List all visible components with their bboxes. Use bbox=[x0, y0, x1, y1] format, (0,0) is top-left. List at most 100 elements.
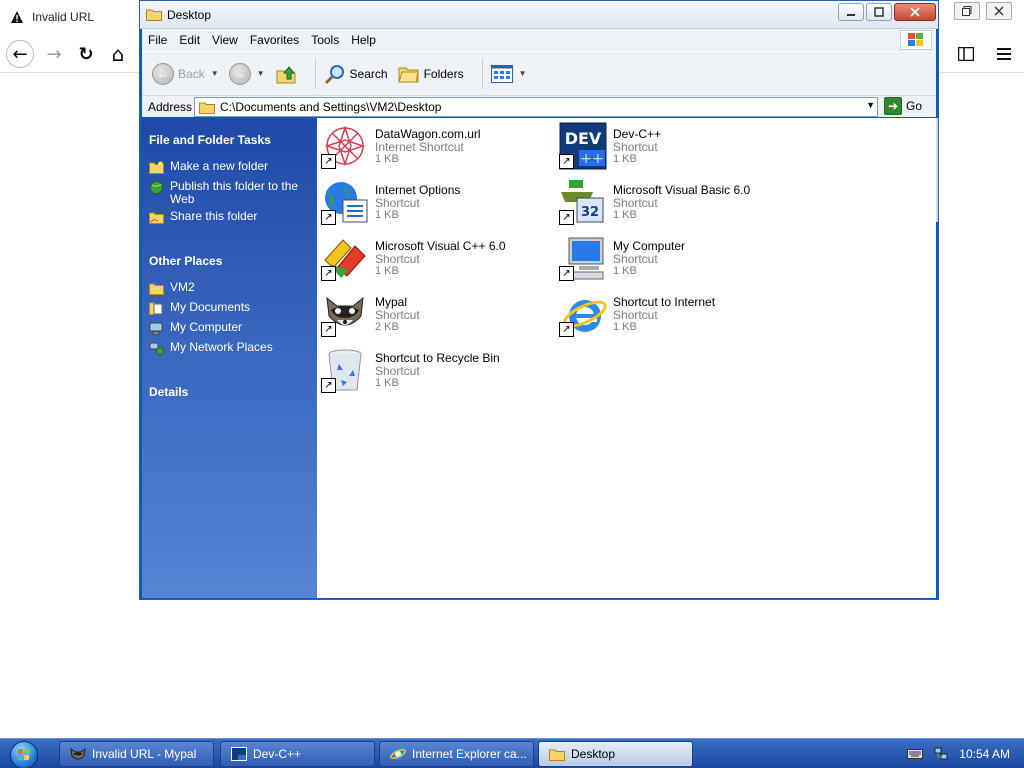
file-type: Shortcut bbox=[613, 252, 658, 266]
up-folder-icon bbox=[276, 65, 296, 83]
toolbar-separator bbox=[481, 58, 483, 89]
network-icon[interactable] bbox=[933, 746, 949, 762]
taskbar-item-devcpp[interactable]: Dev-C++ bbox=[220, 741, 375, 767]
place-my-documents[interactable]: My Documents bbox=[149, 301, 309, 315]
scrollbar[interactable] bbox=[936, 118, 938, 222]
folders-label: Folders bbox=[423, 66, 464, 81]
search-label: Search bbox=[349, 66, 388, 81]
shortcut-arrow-icon: ↗ bbox=[321, 210, 336, 225]
forward-button[interactable]: → ▼ bbox=[228, 62, 265, 85]
place-label: VM2 bbox=[170, 280, 195, 294]
shortcut-arrow-icon: ↗ bbox=[559, 266, 574, 281]
file-size: 1 KB bbox=[375, 209, 399, 221]
views-dropdown-icon: ▼ bbox=[518, 69, 527, 78]
taskbar-item-internet-explorer[interactable]: Internet Explorer ca... bbox=[379, 741, 534, 767]
place-label: My Computer bbox=[170, 320, 243, 334]
menu-favorites[interactable]: Favorites bbox=[244, 33, 305, 47]
restore-icon bbox=[962, 6, 972, 16]
browser-tab-title: Invalid URL bbox=[32, 10, 95, 24]
place-vm2[interactable]: VM2 bbox=[149, 281, 309, 295]
menu-tools[interactable]: Tools bbox=[305, 33, 345, 47]
close-button[interactable] bbox=[894, 3, 936, 21]
globe-icon bbox=[150, 181, 163, 194]
back-arrow-icon: ← bbox=[152, 62, 174, 85]
up-folder-button[interactable] bbox=[275, 63, 297, 85]
menu-edit[interactable]: Edit bbox=[173, 33, 206, 47]
browser-menu-button[interactable] bbox=[990, 40, 1018, 68]
taskbar-item-mypal[interactable]: Invalid URL - Mypal bbox=[59, 741, 214, 767]
keyboard-icon[interactable] bbox=[907, 749, 924, 759]
file-name: My Computer bbox=[613, 239, 686, 253]
file-item-recycle-bin[interactable]: ↗ Shortcut to Recycle Bin Shortcut 1 KB bbox=[317, 342, 547, 394]
computer-icon bbox=[149, 322, 163, 335]
search-button[interactable]: Search bbox=[324, 63, 388, 85]
clock[interactable]: 10:54 AM bbox=[959, 747, 1010, 761]
browser-sidebar-button[interactable] bbox=[952, 40, 980, 68]
home-icon: ⌂ bbox=[111, 42, 125, 66]
svg-text:++: ++ bbox=[580, 151, 603, 167]
task-publish-folder[interactable]: Publish this folder to the Web bbox=[149, 180, 309, 206]
file-item-internet-options[interactable]: ↗ Internet Options Shortcut 1 KB bbox=[317, 174, 547, 226]
svg-text:32: 32 bbox=[581, 205, 599, 220]
file-item-shortcut-to-internet[interactable]: ↗ Shortcut to Internet Shortcut 1 KB bbox=[555, 286, 785, 338]
forward-dropdown-icon[interactable]: ▼ bbox=[257, 69, 265, 78]
file-type: Shortcut bbox=[375, 196, 420, 210]
browser-back-button[interactable]: ← bbox=[6, 40, 34, 68]
browser-restore-button[interactable] bbox=[954, 2, 980, 20]
file-item-my-computer[interactable]: ↗ My Computer Shortcut 1 KB bbox=[555, 230, 785, 282]
browser-home-button[interactable]: ⌂ bbox=[104, 40, 132, 68]
mypal-icon bbox=[70, 747, 86, 760]
folder-icon bbox=[549, 749, 565, 761]
place-label: My Network Places bbox=[170, 340, 273, 354]
file-item-vcpp[interactable]: ↗ Microsoft Visual C++ 6.0 Shortcut 1 KB bbox=[317, 230, 547, 282]
minimize-button[interactable] bbox=[838, 3, 864, 21]
maximize-button[interactable] bbox=[866, 3, 892, 21]
other-places-heading[interactable]: Other Places bbox=[149, 254, 222, 268]
network-icon bbox=[149, 342, 164, 355]
taskbar-item-desktop[interactable]: Desktop bbox=[538, 741, 693, 767]
file-type: Shortcut bbox=[613, 196, 658, 210]
browser-close-button[interactable] bbox=[986, 2, 1012, 20]
details-heading[interactable]: Details bbox=[149, 385, 188, 399]
place-my-network-places[interactable]: My Network Places bbox=[149, 341, 309, 355]
back-dropdown-icon[interactable]: ▼ bbox=[211, 69, 219, 78]
taskbar-item-label: Dev-C++ bbox=[253, 747, 302, 761]
back-label: Back bbox=[178, 66, 205, 81]
menu-help[interactable]: Help bbox=[345, 33, 382, 47]
file-name: Mypal bbox=[375, 295, 408, 309]
menu-file[interactable]: File bbox=[142, 33, 173, 47]
window-title-bar[interactable]: Desktop bbox=[140, 1, 938, 29]
file-name: Microsoft Visual Basic 6.0 bbox=[613, 183, 751, 197]
file-list: ↗ DataWagon.com.url Internet Shortcut 1 … bbox=[317, 118, 936, 598]
start-button[interactable] bbox=[10, 741, 38, 768]
views-icon bbox=[490, 64, 513, 83]
file-name: Dev-C++ bbox=[613, 127, 662, 141]
shortcut-arrow-icon: ↗ bbox=[321, 378, 336, 393]
file-item-devcpp[interactable]: DEV ++ ↗ Dev-C++ Shortcut 1 KB bbox=[555, 118, 785, 170]
place-my-computer[interactable]: My Computer bbox=[149, 321, 309, 335]
file-folder-tasks-heading[interactable]: File and Folder Tasks bbox=[149, 133, 271, 147]
file-item-datawagon[interactable]: ↗ DataWagon.com.url Internet Shortcut 1 … bbox=[317, 118, 547, 170]
window-title: Desktop bbox=[167, 7, 212, 22]
file-size: 1 KB bbox=[375, 377, 399, 389]
address-dropdown-icon[interactable]: ▼ bbox=[866, 100, 875, 110]
folder-icon bbox=[146, 9, 162, 21]
browser-reload-button[interactable]: ↻ bbox=[72, 40, 100, 68]
task-share-folder[interactable]: Share this folder bbox=[149, 210, 309, 224]
file-type: Shortcut bbox=[613, 308, 658, 322]
file-item-mypal[interactable]: ↗ Mypal Shortcut 2 KB bbox=[317, 286, 547, 338]
file-size: 1 KB bbox=[375, 153, 399, 165]
windows-logo-icon bbox=[900, 30, 932, 50]
menu-view[interactable]: View bbox=[206, 33, 244, 47]
address-input[interactable]: C:\Documents and Settings\VM2\Desktop ▼ bbox=[194, 97, 878, 117]
task-make-new-folder[interactable]: Make a new folder bbox=[149, 160, 309, 174]
folders-button[interactable]: Folders bbox=[397, 64, 464, 84]
folder-icon bbox=[199, 102, 215, 114]
shortcut-arrow-icon: ↗ bbox=[321, 322, 336, 337]
go-button[interactable]: ➜ Go bbox=[884, 97, 922, 115]
views-button[interactable]: ▼ bbox=[490, 64, 527, 83]
back-button[interactable]: ← Back ▼ bbox=[152, 62, 219, 85]
browser-forward-button[interactable]: → bbox=[40, 40, 68, 68]
new-folder-icon bbox=[149, 161, 164, 174]
file-item-vb6[interactable]: 32 ↗ Microsoft Visual Basic 6.0 Shortcut… bbox=[555, 174, 785, 226]
